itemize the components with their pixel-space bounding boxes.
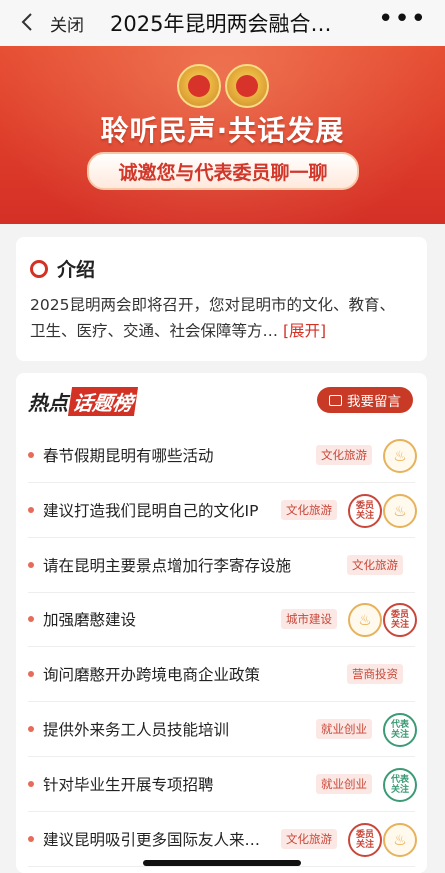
- leave-message-button[interactable]: 我要留言: [317, 387, 413, 413]
- category-tag: 文化旅游: [281, 828, 337, 849]
- category-tag: 营商投资: [347, 664, 403, 685]
- member-attention-badge: 委员 关注: [348, 822, 382, 857]
- close-button[interactable]: 关闭: [50, 11, 84, 36]
- hot-topic-text: 询问磨憨开办跨境电商企业政策: [43, 666, 261, 685]
- hot-fire-badge-icon: ♨: [383, 822, 417, 857]
- circle-bullet-icon: [30, 259, 48, 278]
- leave-message-label: 我要留言: [347, 394, 401, 410]
- chat-bubble-icon: [329, 394, 342, 406]
- hot-topics-card: 热点 话题榜 我要留言 ♨ 文化旅游 春节假期昆明有哪些活动 ♨ 委员 关注 文化旅游 建议…: [16, 373, 427, 873]
- bullet-dot-icon: [28, 561, 34, 568]
- hot-topic-text: 建议打造我们昆明自己的文化IP: [43, 501, 259, 520]
- home-indicator: [143, 860, 301, 866]
- event-banner: 聆听民声·共话发展 诚邀您与代表委员聊一聊: [0, 46, 445, 224]
- category-tag: 文化旅游: [347, 554, 403, 575]
- bullet-dot-icon: [28, 671, 34, 678]
- hot-topic-text: 加强磨憨建设: [43, 611, 137, 630]
- hot-topics-logo: 热点 话题榜: [28, 387, 139, 416]
- banner-slogan: 聆听民声·共话发展: [100, 114, 345, 147]
- hot-topic-text: 针对毕业生开展专项招聘: [43, 775, 214, 794]
- hot-topic-row[interactable]: ♨ 委员 关注 文化旅游 建议打造我们昆明自己的文化IP: [16, 484, 427, 538]
- hot-topic-row[interactable]: 代表 关注 就业创业 提供外来务工人员技能培训: [16, 703, 427, 757]
- member-attention-badge: 委员 关注: [383, 603, 417, 638]
- bullet-dot-icon: [28, 506, 34, 513]
- category-tag: 文化旅游: [316, 445, 372, 465]
- intro-card: 介绍 2025昆明两会即将召开，您对昆明市的文化、教育、卫生、医疗、交通、社会保…: [16, 237, 427, 361]
- hot-topic-text: 提供外来务工人员技能培训: [43, 721, 230, 739]
- hot-topic-text: 建议昆明吸引更多国际友人来…: [43, 830, 261, 849]
- page-title: 2025年昆明两会融合…: [110, 12, 332, 36]
- intro-text-block: 2025昆明两会即将召开，您对昆明市的文化、教育、卫生、医疗、交通、社会保障等方…: [30, 292, 410, 344]
- topic-list-logo-text: 话题榜: [67, 387, 139, 416]
- deputy-attention-badge: 代表 关注: [383, 713, 417, 747]
- hot-topic-text: 请在昆明主要景点增加行李寄存设施: [43, 556, 292, 575]
- category-tag: 就业创业: [316, 719, 372, 739]
- hot-topic-row[interactable]: 文化旅游 请在昆明主要景点增加行李寄存设施: [16, 539, 427, 593]
- more-menu-button[interactable]: •••: [378, 4, 427, 34]
- hot-fire-badge-icon: ♨: [348, 603, 382, 638]
- bullet-dot-icon: [28, 835, 34, 842]
- intro-header: 介绍: [30, 255, 95, 282]
- bullet-dot-icon: [28, 726, 34, 732]
- top-nav-bar: 关闭 2025年昆明两会融合… •••: [0, 0, 445, 46]
- intro-title: 介绍: [57, 259, 96, 281]
- national-emblem-icon: [177, 64, 221, 108]
- category-tag: 文化旅游: [281, 499, 337, 520]
- hot-topic-row[interactable]: 代表 关注 就业创业 针对毕业生开展专项招聘: [16, 758, 427, 812]
- hot-fire-badge-icon: ♨: [383, 493, 417, 528]
- deputy-attention-badge: 代表 关注: [383, 767, 417, 802]
- intro-text: 2025昆明两会即将召开，您对昆明市的文化、教育、卫生、医疗、交通、社会保障等方…: [30, 296, 395, 340]
- hot-topic-text: 春节假期昆明有哪些活动: [43, 447, 214, 465]
- hot-logo-text: 热点: [28, 391, 68, 415]
- cppcc-emblem-icon: [225, 64, 269, 108]
- banner-invite-pill: 诚邀您与代表委员聊一聊: [87, 152, 359, 190]
- bullet-dot-icon: [28, 452, 34, 458]
- hot-topic-row[interactable]: ♨ 文化旅游 春节假期昆明有哪些活动: [16, 429, 427, 483]
- back-arrow-icon[interactable]: [16, 10, 40, 34]
- bullet-dot-icon: [28, 616, 34, 623]
- hot-topic-row[interactable]: 委员 关注 ♨ 城市建设 加强磨憨建设: [16, 593, 427, 648]
- category-tag: 城市建设: [281, 609, 337, 630]
- category-tag: 就业创业: [316, 773, 372, 794]
- hot-topic-row[interactable]: ♨ 委员 关注 文化旅游 建议昆明吸引更多国际友人来…: [16, 813, 427, 867]
- expand-link[interactable]: [展开]: [283, 322, 326, 340]
- hot-topic-row[interactable]: 营商投资 询问磨憨开办跨境电商企业政策: [16, 648, 427, 703]
- bullet-dot-icon: [28, 780, 34, 787]
- member-attention-badge: 委员 关注: [348, 493, 382, 528]
- hot-fire-badge-icon: ♨: [383, 439, 417, 473]
